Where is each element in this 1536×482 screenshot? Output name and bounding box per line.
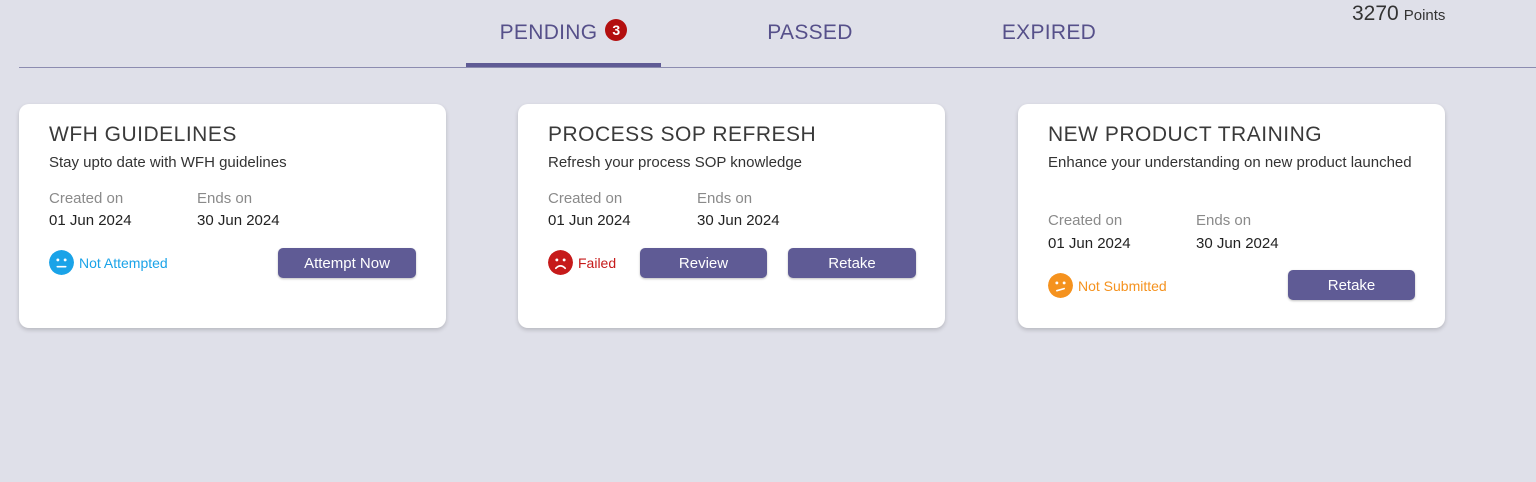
confused-face-icon: [1048, 273, 1073, 298]
status-failed: Failed: [548, 250, 616, 275]
ends-on-label: Ends on: [697, 190, 753, 207]
end-date: 30 Jun 2024: [197, 212, 280, 229]
ends-on-label: Ends on: [197, 190, 253, 207]
created-date: 01 Jun 2024: [548, 212, 631, 229]
status-label: Not Attempted: [79, 254, 168, 271]
tab-bar: PENDING 3 PASSED EXPIRED: [0, 0, 1536, 68]
created-on-label: Created on: [548, 190, 623, 207]
created-on-label: Created on: [49, 190, 124, 207]
card-title: PROCESS SOP REFRESH: [548, 123, 817, 146]
points-label: Points: [1403, 7, 1446, 24]
end-date: 30 Jun 2024: [1196, 235, 1279, 252]
card-description: Refresh your process SOP knowledge: [548, 154, 803, 171]
assessment-card-product: NEW PRODUCT TRAINING Enhance your unders…: [1018, 104, 1445, 328]
status-not-attempted: Not Attempted: [49, 250, 168, 275]
card-description: Stay upto date with WFH guidelines: [49, 154, 287, 171]
tab-expired[interactable]: EXPIRED: [954, 0, 1144, 66]
sad-face-icon: [548, 250, 573, 275]
points-display: 3270 Points: [1352, 2, 1445, 26]
assessment-card-wfh: WFH GUIDELINES Stay upto date with WFH g…: [19, 104, 446, 328]
review-button[interactable]: Review: [640, 248, 767, 278]
created-on-label: Created on: [1048, 212, 1123, 229]
status-not-submitted: Not Submitted: [1048, 273, 1167, 298]
created-date: 01 Jun 2024: [49, 212, 132, 229]
tab-pending-label: PENDING: [499, 21, 598, 44]
tab-expired-label: EXPIRED: [1001, 21, 1097, 44]
neutral-face-icon: [49, 250, 74, 275]
status-label: Not Submitted: [1078, 277, 1167, 294]
retake-button[interactable]: Retake: [788, 248, 916, 278]
tabs-divider: [19, 67, 1536, 68]
tab-passed[interactable]: PASSED: [715, 0, 905, 66]
assessment-card-sop: PROCESS SOP REFRESH Refresh your process…: [518, 104, 945, 328]
tab-pending[interactable]: PENDING 3: [466, 0, 661, 67]
attempt-now-button[interactable]: Attempt Now: [278, 248, 416, 278]
card-title: WFH GUIDELINES: [49, 123, 237, 146]
created-date: 01 Jun 2024: [1048, 235, 1131, 252]
tab-passed-label: PASSED: [767, 21, 853, 44]
points-value: 3270: [1352, 2, 1399, 25]
status-label: Failed: [578, 254, 617, 271]
card-title: NEW PRODUCT TRAINING: [1048, 123, 1323, 146]
ends-on-label: Ends on: [1196, 212, 1252, 229]
pending-count-badge: 3: [605, 19, 628, 41]
end-date: 30 Jun 2024: [697, 212, 780, 229]
card-description: Enhance your understanding on new produc…: [1048, 154, 1412, 171]
retake-button[interactable]: Retake: [1288, 270, 1415, 300]
